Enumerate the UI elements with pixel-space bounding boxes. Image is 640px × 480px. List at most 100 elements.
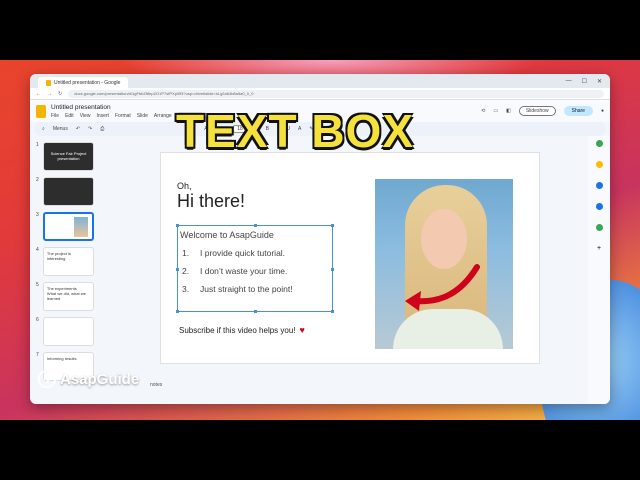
print-icon[interactable]: ⎙ [100, 126, 104, 132]
slide-canvas: Oh, Hi there! Welcome to AsapGuide 1. I … [100, 136, 588, 404]
speaker-notes[interactable]: notes [150, 382, 162, 388]
resize-handle[interactable] [254, 310, 257, 313]
slide-thumbnail[interactable]: Science Fair Project presentation [42, 142, 94, 171]
video-title-overlay: TEXT BOX [176, 105, 415, 157]
undo-icon[interactable]: ↶ [76, 126, 80, 132]
slide-filmstrip: 1 Science Fair Project presentation 2 3 [30, 136, 100, 404]
minimize-icon[interactable]: — [566, 78, 572, 85]
photo-face [421, 209, 467, 269]
slide-number: 6 [36, 317, 39, 323]
redo-icon[interactable]: ↷ [88, 126, 92, 132]
comment-icon[interactable]: ▭ [493, 108, 498, 114]
calendar-icon[interactable] [595, 140, 603, 147]
tab-bar: Untitled presentation - Google — ☐ ✕ [30, 74, 610, 88]
editor-body: 1 Science Fair Project presentation 2 3 [30, 136, 610, 404]
thumbnail-subtitle: presentation [57, 156, 80, 161]
greeting-small[interactable]: Oh, [177, 181, 192, 191]
slide-number: 5 [36, 282, 39, 288]
keep-icon[interactable] [595, 161, 603, 168]
list-item: 3. Just straight to the point! [182, 284, 332, 294]
current-slide[interactable]: Oh, Hi there! Welcome to AsapGuide 1. I … [160, 152, 540, 364]
tasks-icon[interactable] [595, 182, 603, 189]
slide-thumbnail[interactable]: The experiments What we did, what we lea… [42, 282, 94, 311]
subscribe-label: Subscribe if this video helps you! [179, 325, 296, 335]
address-bar: ← → ↻ docs.google.com/presentation/d/1gF… [30, 88, 610, 100]
share-button[interactable]: Share [563, 106, 593, 116]
resize-handle[interactable] [254, 224, 257, 227]
list-text: I provide quick tutorial. [200, 248, 286, 258]
list-number: 1. [182, 248, 190, 258]
window-controls: — ☐ ✕ [566, 78, 610, 85]
menu-insert[interactable]: Insert [96, 113, 109, 119]
slide-thumbnail[interactable] [42, 317, 94, 346]
slide-number: 2 [36, 177, 39, 183]
resize-handle[interactable] [176, 268, 179, 271]
text-box[interactable]: Welcome to AsapGuide 1. I provide quick … [176, 224, 334, 313]
reload-icon[interactable]: ↻ [58, 91, 62, 97]
filmstrip-item[interactable]: 6 [36, 317, 94, 346]
menus-search[interactable]: Menus [53, 126, 68, 132]
resize-handle[interactable] [176, 224, 179, 227]
list-text: Just straight to the point! [200, 284, 293, 294]
avatar[interactable]: ● [601, 108, 604, 114]
resize-handle[interactable] [331, 268, 334, 271]
maps-icon[interactable] [595, 224, 603, 231]
resize-handle[interactable] [176, 310, 179, 313]
history-icon[interactable]: ⟲ [481, 108, 485, 114]
header-actions: ⟲ ▭ ◧ Slideshow Share ● [481, 106, 604, 116]
contacts-icon[interactable] [595, 203, 603, 210]
maximize-icon[interactable]: ☐ [582, 78, 587, 85]
slide-thumbnail-selected[interactable] [42, 212, 94, 241]
menu-bar: File Edit View Insert Format Slide Arran… [51, 113, 189, 119]
video-frame: Untitled presentation - Google — ☐ ✕ ← →… [0, 60, 640, 420]
back-icon[interactable]: ← [36, 91, 41, 97]
thumbnail-subtitle: What we did, what we learned [46, 291, 86, 301]
menu-slide[interactable]: Slide [137, 113, 148, 119]
list-text: I don’t waste your time. [200, 266, 288, 276]
slide-number: 1 [36, 142, 39, 148]
list-number: 2. [182, 266, 190, 276]
text-box-heading: Welcome to AsapGuide [180, 230, 274, 240]
filmstrip-item[interactable]: 3 [36, 212, 94, 241]
slideshow-button[interactable]: Slideshow [518, 106, 556, 116]
heart-icon: ♥ [299, 325, 305, 335]
filmstrip-item[interactable]: 5 The experiments What we did, what we l… [36, 282, 94, 311]
meet-icon[interactable]: ◧ [506, 108, 511, 114]
slides-logo-icon[interactable] [36, 104, 46, 118]
slide-number: 7 [36, 352, 39, 358]
list-item: 2. I don’t waste your time. [182, 266, 332, 276]
asapguide-logo-icon [38, 370, 56, 388]
resize-handle[interactable] [331, 224, 334, 227]
brand-name: AsapGuide [60, 370, 140, 388]
thumbnail-photo [74, 217, 88, 237]
slide-number: 4 [36, 247, 39, 253]
greeting-big[interactable]: Hi there! [177, 191, 245, 212]
filmstrip-item[interactable]: 4 The project is interesting [36, 247, 94, 276]
side-panel: + [588, 136, 610, 404]
slide-thumbnail[interactable] [42, 177, 94, 206]
document-title[interactable]: Untitled presentation [51, 104, 189, 111]
search-menus-icon[interactable]: ⌕ [42, 126, 45, 132]
menu-format[interactable]: Format [115, 113, 131, 119]
slides-favicon-icon [46, 79, 51, 86]
menu-arrange[interactable]: Arrange [154, 113, 172, 119]
url-field[interactable]: docs.google.com/presentation/d/1gFbbZf8e… [68, 89, 604, 98]
red-arrow-icon [405, 264, 480, 311]
close-icon[interactable]: ✕ [597, 78, 602, 85]
menu-view[interactable]: View [80, 113, 91, 119]
browser-tab[interactable]: Untitled presentation - Google [38, 77, 129, 88]
add-addon-icon[interactable]: + [597, 245, 601, 252]
list-number: 3. [182, 284, 190, 294]
slide-number: 3 [36, 212, 39, 218]
subscribe-text[interactable]: Subscribe if this video helps you! ♥ [179, 325, 305, 335]
filmstrip-item[interactable]: 1 Science Fair Project presentation [36, 142, 94, 171]
menu-edit[interactable]: Edit [65, 113, 74, 119]
brand-watermark: AsapGuide [38, 370, 139, 388]
list-item: 1. I provide quick tutorial. [182, 248, 332, 258]
tab-title: Untitled presentation - Google [54, 79, 121, 86]
menu-file[interactable]: File [51, 113, 59, 119]
forward-icon[interactable]: → [47, 91, 52, 97]
slide-thumbnail[interactable]: The project is interesting [42, 247, 94, 276]
filmstrip-item[interactable]: 2 [36, 177, 94, 206]
resize-handle[interactable] [331, 310, 334, 313]
